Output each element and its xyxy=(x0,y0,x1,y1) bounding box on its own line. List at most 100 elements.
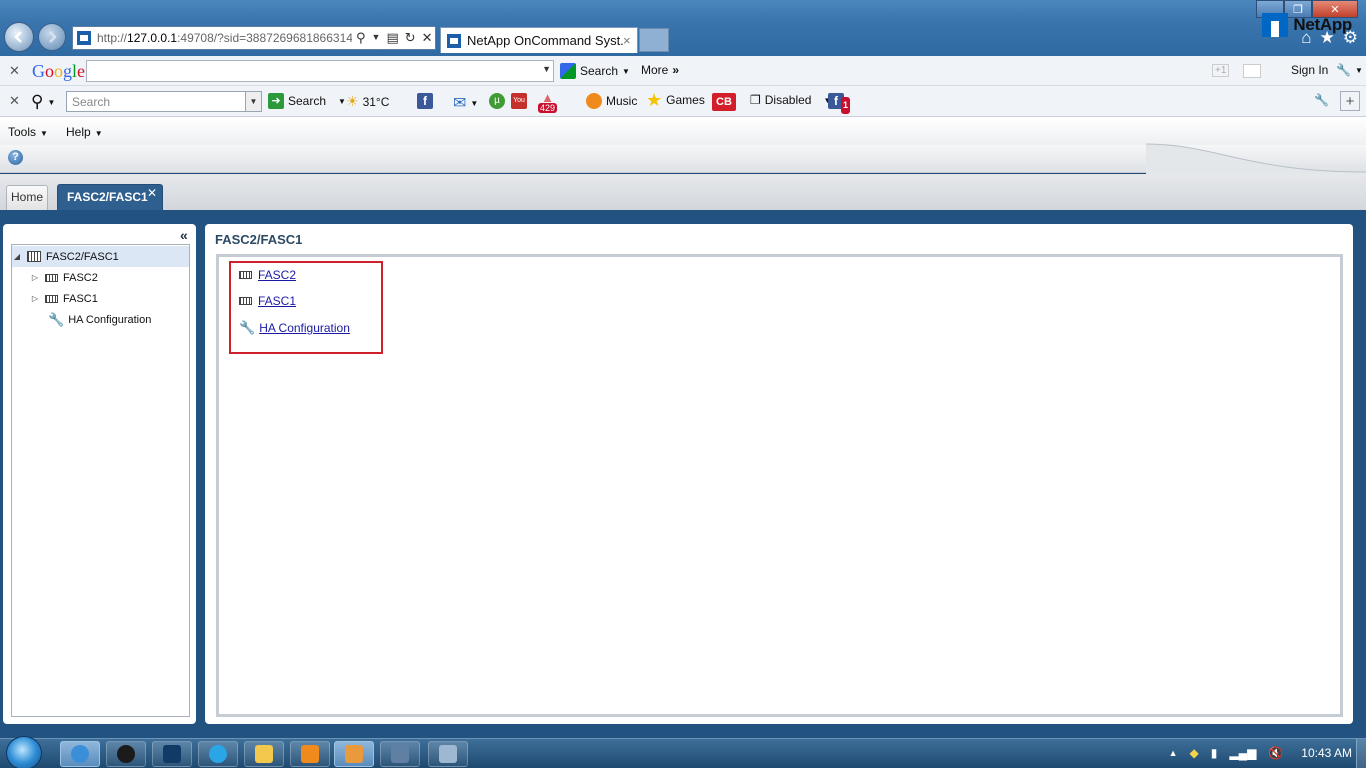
add-icon[interactable]: + xyxy=(1340,91,1360,111)
taskbar-hp[interactable] xyxy=(106,741,146,767)
tray-expand-icon[interactable]: ▲ xyxy=(1169,748,1178,758)
netapp-logo: NetApp xyxy=(1262,13,1352,37)
wrench-icon[interactable]: 🔧 ▼ xyxy=(1336,63,1363,77)
taskbar-explorer[interactable] xyxy=(244,741,284,767)
search-icon[interactable]: ⚲ xyxy=(356,30,366,46)
collapsed-triangle-icon[interactable]: ▷ xyxy=(30,294,40,303)
new-tab-button[interactable] xyxy=(639,28,669,52)
address-bar[interactable]: http://127.0.0.1:49708/?sid=388726968186… xyxy=(72,26,436,50)
system-tray: ▲ ◆ ▮ ▂▄▆ 🔇 10:43 AM xyxy=(1169,746,1352,760)
share-box[interactable] xyxy=(1243,64,1261,78)
tree-item-fasc2[interactable]: ▷ FASC2 xyxy=(12,267,189,288)
link-fasc2[interactable]: FASC2 xyxy=(258,268,296,282)
chevron-down-icon[interactable]: ▼ xyxy=(245,92,261,111)
utorrent-icon[interactable]: µ xyxy=(489,93,505,109)
tab-fasc2-fasc1[interactable]: FASC2/FASC1 ✕ xyxy=(57,184,163,210)
tab-favicon-icon xyxy=(447,33,461,48)
tray-app-icon[interactable]: ◆ xyxy=(1190,746,1199,760)
more-button[interactable]: More» xyxy=(641,63,679,77)
browser-tab-active[interactable]: NetApp OnCommand Syst... × xyxy=(440,27,638,53)
toolbar-search-button[interactable]: ➜ Search ▼ xyxy=(268,93,346,109)
tab-close-icon[interactable]: × xyxy=(623,33,631,48)
collapsed-triangle-icon[interactable]: ▷ xyxy=(30,273,40,282)
taskbar-ie[interactable] xyxy=(60,741,100,767)
taskbar-network[interactable] xyxy=(380,741,420,767)
facebook-icon[interactable]: f xyxy=(417,93,433,109)
stop-icon[interactable]: ✕ xyxy=(422,30,433,46)
signal-icon[interactable]: ▂▄▆ xyxy=(1229,746,1256,760)
youtube-icon[interactable]: You xyxy=(511,93,527,109)
envelope-icon: ▲ xyxy=(541,90,554,105)
close-toolbar-icon[interactable]: ✕ xyxy=(9,63,20,79)
google-search-button[interactable]: Search ▼ xyxy=(560,63,630,79)
chevron-down-icon: ▼ xyxy=(622,66,630,76)
google-search-input[interactable]: ▼ xyxy=(86,60,554,82)
collapse-panel-icon[interactable]: « xyxy=(180,227,188,243)
taskbar-remote[interactable] xyxy=(428,741,468,767)
navigation-panel: « ◢ FASC2/FASC1 ▷ FASC2 ▷ FASC1 🔧 HA Con… xyxy=(3,224,196,724)
link-row-fasc1[interactable]: FASC1 xyxy=(239,294,296,308)
google-logo: Google xyxy=(32,61,86,81)
start-button[interactable] xyxy=(6,736,42,768)
show-desktop-button[interactable] xyxy=(1356,739,1366,768)
storage-controller-icon xyxy=(45,294,58,303)
cb-button[interactable]: CB xyxy=(712,93,736,111)
taskbar-player[interactable] xyxy=(290,741,330,767)
close-toolbar-icon[interactable]: ✕ xyxy=(9,93,20,109)
weather-widget[interactable]: ☀ 31°C xyxy=(346,93,389,110)
tools-menu[interactable]: Tools ▼ xyxy=(8,125,48,139)
wrench-icon[interactable]: 🔧 xyxy=(1314,93,1329,107)
media-icon xyxy=(209,745,227,763)
toolbar-search-input[interactable]: Search ▼ xyxy=(66,91,262,112)
taskbar-netapp[interactable] xyxy=(334,741,374,767)
app-tabbar: Home FASC2/FASC1 ✕ xyxy=(0,174,1366,210)
app-icon xyxy=(163,745,181,763)
back-arrow-icon xyxy=(14,31,22,43)
cluster-icon xyxy=(27,251,41,262)
link-ha-configuration[interactable]: HA Configuration xyxy=(259,321,350,335)
battery-icon[interactable]: ▮ xyxy=(1211,746,1218,760)
back-button[interactable] xyxy=(4,22,34,52)
expanded-triangle-icon[interactable]: ◢ xyxy=(12,252,22,261)
page-title: FASC2/FASC1 xyxy=(215,232,303,247)
dropdown-icon[interactable]: ▼ xyxy=(372,30,381,46)
compat-view-icon[interactable]: ▤ xyxy=(386,30,398,46)
music-icon xyxy=(586,93,602,109)
tree-item-fasc1[interactable]: ▷ FASC1 xyxy=(12,288,189,309)
chevron-down-icon: ▼ xyxy=(94,129,103,138)
tab-home[interactable]: Home xyxy=(6,185,48,210)
address-url[interactable]: http://127.0.0.1:49708/?sid=388726968186… xyxy=(97,31,352,45)
link-row-fasc2[interactable]: FASC2 xyxy=(239,268,296,282)
popup-blocker-button[interactable]: ❐ Disabled ▼ xyxy=(750,93,831,107)
help-menu[interactable]: Help ▼ xyxy=(66,125,103,139)
tab-close-icon[interactable]: ✕ xyxy=(147,181,157,205)
netapp-mark-icon xyxy=(1262,13,1289,37)
mail-count-badge[interactable]: ▲ 429 xyxy=(538,90,558,113)
plus-one-button[interactable]: +1 xyxy=(1212,64,1230,77)
tree-item-root[interactable]: ◢ FASC2/FASC1 xyxy=(12,246,189,267)
chevron-down-icon: ▼ xyxy=(40,129,48,138)
decorative-swoosh xyxy=(1146,143,1366,176)
help-icon[interactable]: ? xyxy=(8,150,23,165)
magnifier-icon[interactable]: ⚲ ▼ xyxy=(31,92,55,112)
link-row-ha-configuration[interactable]: 🔧 HA Configuration xyxy=(239,320,350,336)
facebook-notify-icon[interactable]: f1 xyxy=(828,93,850,114)
go-arrow-icon: ➜ xyxy=(268,93,284,109)
music-button[interactable]: Music xyxy=(586,93,637,109)
clock[interactable]: 10:43 AM xyxy=(1301,746,1352,760)
link-fasc1[interactable]: FASC1 xyxy=(258,294,296,308)
content-panel: FASC2/FASC1 FASC2 FASC1 🔧 HA Configurati… xyxy=(205,224,1353,724)
refresh-icon[interactable]: ↻ xyxy=(405,30,416,46)
volume-muted-icon[interactable]: 🔇 xyxy=(1268,746,1283,760)
taskbar-media[interactable] xyxy=(198,741,238,767)
taskbar-app[interactable] xyxy=(152,741,192,767)
sun-icon: ☀ xyxy=(346,93,359,109)
forward-button[interactable] xyxy=(38,23,66,51)
games-button[interactable]: ★ Games xyxy=(646,91,705,109)
tree-item-ha-configuration[interactable]: 🔧 HA Configuration xyxy=(12,309,189,330)
mail-icon[interactable]: ✉ ▼ xyxy=(453,93,478,113)
player-icon xyxy=(301,745,319,763)
storage-controller-icon xyxy=(239,297,252,305)
chevron-down-icon[interactable]: ▼ xyxy=(542,64,551,74)
sign-in-button[interactable]: Sign In xyxy=(1291,63,1328,77)
